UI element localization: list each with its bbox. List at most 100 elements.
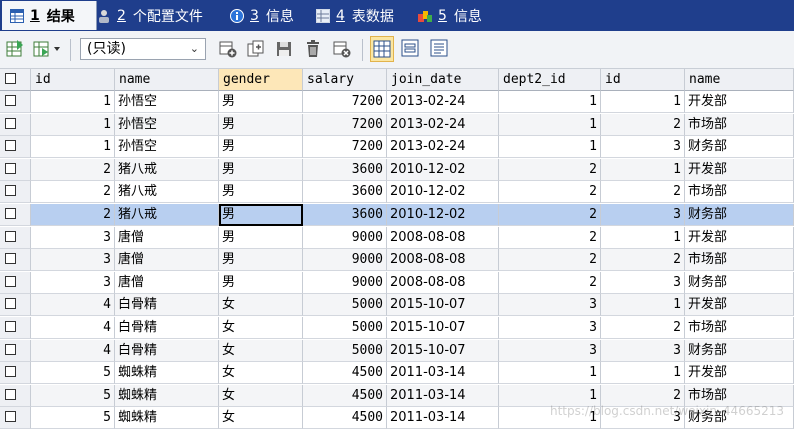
cell-join-date[interactable]: 2015-10-07 <box>387 294 499 316</box>
cell-dept-name[interactable]: 市场部 <box>685 249 794 271</box>
cell-gender[interactable]: 男 <box>219 204 303 226</box>
cell-dept-id[interactable]: 2 <box>601 249 685 271</box>
cell-join-date[interactable]: 2015-10-07 <box>387 317 499 339</box>
cell-gender[interactable]: 男 <box>219 136 303 158</box>
cell-dept-name[interactable]: 开发部 <box>685 294 794 316</box>
delete-icon[interactable] <box>303 39 323 59</box>
cell-salary[interactable]: 5000 <box>303 294 387 316</box>
cell-gender[interactable]: 男 <box>219 91 303 113</box>
cell-name[interactable]: 猪八戒 <box>115 159 219 181</box>
cell-id[interactable]: 3 <box>31 249 115 271</box>
tab-table-data[interactable]: 4 表数据 <box>316 1 394 30</box>
cell-id[interactable]: 4 <box>31 294 115 316</box>
add-row-icon[interactable] <box>218 39 238 59</box>
cell-name[interactable]: 孙悟空 <box>115 91 219 113</box>
save-icon[interactable] <box>274 39 294 59</box>
column-header-id[interactable]: id <box>31 69 115 91</box>
cell-salary[interactable]: 3600 <box>303 181 387 203</box>
cell-dept-name[interactable]: 开发部 <box>685 362 794 384</box>
row-checkbox[interactable] <box>0 114 31 136</box>
cell-dept-id[interactable]: 3 <box>601 272 685 294</box>
cell-name[interactable]: 孙悟空 <box>115 114 219 136</box>
cell-gender[interactable]: 男 <box>219 159 303 181</box>
cell-dept2-id[interactable]: 2 <box>499 181 601 203</box>
table-row[interactable]: 2 猪八戒男 3600 2010-12-02 2 3 财务部 <box>0 204 794 226</box>
cell-id[interactable]: 1 <box>31 91 115 113</box>
cell-dept-name[interactable]: 财务部 <box>685 136 794 158</box>
cell-id[interactable]: 1 <box>31 114 115 136</box>
cell-dept-name[interactable]: 财务部 <box>685 407 794 429</box>
cell-id[interactable]: 1 <box>31 136 115 158</box>
cell-salary[interactable]: 5000 <box>303 340 387 362</box>
cell-dept-id[interactable]: 1 <box>601 159 685 181</box>
cell-id[interactable]: 2 <box>31 159 115 181</box>
cell-join-date[interactable]: 2010-12-02 <box>387 159 499 181</box>
cell-dept2-id[interactable]: 2 <box>499 249 601 271</box>
cell-dept-name[interactable]: 财务部 <box>685 340 794 362</box>
table-row[interactable]: 5 蜘蛛精女 4500 2011-03-14 1 2 市场部 <box>0 385 794 407</box>
table-row[interactable]: 2 猪八戒男 3600 2010-12-02 2 2 市场部 <box>0 181 794 203</box>
cell-dept2-id[interactable]: 3 <box>499 317 601 339</box>
cell-dept2-id[interactable]: 2 <box>499 227 601 249</box>
cell-id[interactable]: 2 <box>31 204 115 226</box>
table-row[interactable]: 1 孙悟空男 7200 2013-02-24 1 2 市场部 <box>0 114 794 136</box>
cell-dept2-id[interactable]: 1 <box>499 407 601 429</box>
row-checkbox[interactable] <box>0 340 31 362</box>
cell-join-date[interactable]: 2013-02-24 <box>387 91 499 113</box>
cell-dept2-id[interactable]: 3 <box>499 340 601 362</box>
cell-id[interactable]: 5 <box>31 407 115 429</box>
cell-id[interactable]: 3 <box>31 272 115 294</box>
table-row[interactable]: 3 唐僧男 9000 2008-08-08 2 2 市场部 <box>0 249 794 271</box>
cell-salary[interactable]: 9000 <box>303 227 387 249</box>
row-checkbox[interactable] <box>0 227 31 249</box>
cell-dept2-id[interactable]: 2 <box>499 204 601 226</box>
cell-id[interactable]: 5 <box>31 385 115 407</box>
cell-salary[interactable]: 7200 <box>303 136 387 158</box>
table-row[interactable]: 5 蜘蛛精女 4500 2011-03-14 1 3 财务部 <box>0 407 794 429</box>
cell-id[interactable]: 4 <box>31 340 115 362</box>
cell-name[interactable]: 唐僧 <box>115 227 219 249</box>
cell-dept2-id[interactable]: 2 <box>499 159 601 181</box>
export-grid-icon[interactable] <box>5 39 25 59</box>
cell-dept-name[interactable]: 市场部 <box>685 181 794 203</box>
cell-join-date[interactable]: 2013-02-24 <box>387 114 499 136</box>
cell-salary[interactable]: 4500 <box>303 385 387 407</box>
cell-dept2-id[interactable]: 1 <box>499 385 601 407</box>
cell-join-date[interactable]: 2011-03-14 <box>387 385 499 407</box>
cell-name[interactable]: 唐僧 <box>115 249 219 271</box>
table-row[interactable]: 1 孙悟空男 7200 2013-02-24 1 3 财务部 <box>0 136 794 158</box>
cell-gender[interactable]: 女 <box>219 294 303 316</box>
cell-salary[interactable]: 3600 <box>303 204 387 226</box>
row-checkbox[interactable] <box>0 249 31 271</box>
readonly-select[interactable]: (只读) ⌄ <box>80 38 206 60</box>
table-row[interactable]: 4 白骨精女 5000 2015-10-07 3 1 开发部 <box>0 294 794 316</box>
cell-dept2-id[interactable]: 1 <box>499 136 601 158</box>
cell-name[interactable]: 猪八戒 <box>115 204 219 226</box>
cell-join-date[interactable]: 2010-12-02 <box>387 181 499 203</box>
table-row[interactable]: 4 白骨精女 5000 2015-10-07 3 3 财务部 <box>0 340 794 362</box>
cell-gender[interactable]: 女 <box>219 362 303 384</box>
cell-dept-id[interactable]: 1 <box>601 227 685 249</box>
cell-gender[interactable]: 男 <box>219 227 303 249</box>
cell-gender[interactable]: 男 <box>219 114 303 136</box>
tab-results[interactable]: 1 结果 <box>2 1 97 30</box>
cell-dept2-id[interactable]: 1 <box>499 114 601 136</box>
cell-dept-name[interactable]: 市场部 <box>685 317 794 339</box>
cell-dept2-id[interactable]: 1 <box>499 362 601 384</box>
cell-gender[interactable]: 男 <box>219 272 303 294</box>
cell-name[interactable]: 白骨精 <box>115 294 219 316</box>
table-row[interactable]: 1 孙悟空男 7200 2013-02-24 1 1 开发部 <box>0 91 794 113</box>
column-header-dept2-id[interactable]: dept2_id <box>499 69 601 91</box>
import-dropdown-button[interactable] <box>32 39 62 59</box>
text-view-icon[interactable] <box>428 36 452 62</box>
grid-view-icon[interactable] <box>370 36 394 62</box>
cell-salary[interactable]: 7200 <box>303 91 387 113</box>
cell-dept-id[interactable]: 3 <box>601 204 685 226</box>
row-checkbox[interactable] <box>0 294 31 316</box>
cell-dept-name[interactable]: 财务部 <box>685 204 794 226</box>
cell-salary[interactable]: 5000 <box>303 317 387 339</box>
cell-name[interactable]: 蜘蛛精 <box>115 385 219 407</box>
cell-salary[interactable]: 4500 <box>303 407 387 429</box>
cell-join-date[interactable]: 2011-03-14 <box>387 362 499 384</box>
cell-id[interactable]: 3 <box>31 227 115 249</box>
